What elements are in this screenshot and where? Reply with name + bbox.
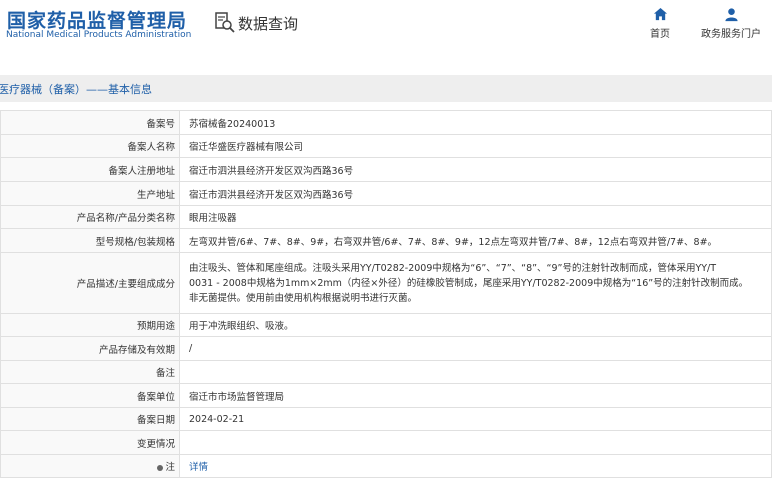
field-key: 备案人注册地址 xyxy=(0,157,180,182)
site-header: 国家药品监督管理局 National Medical Products Admi… xyxy=(0,0,772,62)
field-value xyxy=(179,430,772,455)
field-value: 用于冲洗眼组织、吸液。 xyxy=(179,313,772,337)
table-row: 备注 xyxy=(0,360,772,384)
field-key: 产品名称/产品分类名称 xyxy=(0,205,180,229)
nav-gov-label: 政务服务门户 xyxy=(701,29,761,40)
table-row: 预期用途 用于冲洗眼组织、吸液。 xyxy=(0,313,772,337)
logo-title-cn[interactable]: 国家药品监督管理局 xyxy=(7,6,187,33)
field-key: 备案人名称 xyxy=(0,134,180,158)
nav-home-label: 首页 xyxy=(650,29,670,40)
table-row: 产品存储及有效期 / xyxy=(0,336,772,361)
field-key: 备注 xyxy=(0,360,180,384)
field-key: 变更情况 xyxy=(0,430,180,455)
field-key: 生产地址 xyxy=(0,181,180,206)
field-key: 型号规格/包装规格 xyxy=(0,228,180,253)
field-key: 产品描述/主要组成成分 xyxy=(0,252,180,314)
table-row: 变更情况 xyxy=(0,430,772,455)
field-value: / xyxy=(179,336,772,361)
nav-home[interactable]: 首页 xyxy=(650,7,670,40)
field-key: 备案单位 xyxy=(0,383,180,408)
user-icon xyxy=(724,8,738,22)
table-row: 备案号 苏宿械备20240013 xyxy=(0,110,772,135)
field-value-multiline: 由注吸头、管体和尾座组成。注吸头采用YY/T0282-2009中规格为“6”、“… xyxy=(179,252,772,314)
table-row: 备案单位 宿迁市市场监督管理局 xyxy=(0,383,772,408)
field-value: 宿迁市市场监督管理局 xyxy=(179,383,772,408)
table-row: 备案人注册地址 宿迁市泗洪县经济开发区双沟西路36号 xyxy=(0,157,772,182)
search-document-icon xyxy=(215,12,235,33)
table-row: 产品描述/主要组成成分 由注吸头、管体和尾座组成。注吸头采用YY/T0282-2… xyxy=(0,252,772,314)
field-value: 宿迁华盛医疗器械有限公司 xyxy=(179,134,772,158)
section-title-bar: 医疗器械（备案）——基本信息 xyxy=(0,75,772,102)
details-link[interactable]: 详情 xyxy=(189,462,208,473)
table-row: 注 详情 xyxy=(0,454,772,478)
field-key: 备案日期 xyxy=(0,407,180,431)
description-line: 0031 - 2008中规格为1mm×2mm（内径×外径）的硅橡胶管制成，尾座采… xyxy=(189,277,749,289)
field-value: 左弯双井管/6#、7#、8#、9#，右弯双井管/6#、7#、8#、9#，12点左… xyxy=(179,228,772,253)
description-line: 由注吸头、管体和尾座组成。注吸头采用YY/T0282-2009中规格为“6”、“… xyxy=(189,262,717,274)
field-value: 眼用注吸器 xyxy=(179,205,772,229)
field-key: 预期用途 xyxy=(0,313,180,337)
table-row: 产品名称/产品分类名称 眼用注吸器 xyxy=(0,205,772,229)
table-row: 型号规格/包装规格 左弯双井管/6#、7#、8#、9#，右弯双井管/6#、7#、… xyxy=(0,228,772,253)
field-key: 产品存储及有效期 xyxy=(0,336,180,361)
data-query-title: 数据查询 xyxy=(214,12,298,34)
field-value xyxy=(179,360,772,384)
table-row: 备案日期 2024-02-21 xyxy=(0,407,772,431)
logo-title-en[interactable]: National Medical Products Administration xyxy=(6,30,191,40)
field-value: 宿迁市泗洪县经济开发区双沟西路36号 xyxy=(179,157,772,182)
note-key-label: 注 xyxy=(165,462,175,473)
table-row: 生产地址 宿迁市泗洪县经济开发区双沟西路36号 xyxy=(0,181,772,206)
info-table: 备案号 苏宿械备20240013 备案人名称 宿迁华盛医疗器械有限公司 备案人注… xyxy=(0,110,772,478)
field-value: 苏宿械备20240013 xyxy=(179,110,772,135)
table-row: 备案人名称 宿迁华盛医疗器械有限公司 xyxy=(0,134,772,158)
field-key: 备案号 xyxy=(0,110,180,135)
note-value: 详情 xyxy=(179,454,772,478)
description-line: 非无菌提供。使用前由使用机构根据说明书进行灭菌。 xyxy=(189,292,418,304)
home-icon xyxy=(653,7,667,21)
nav-gov-portal[interactable]: 政务服务门户 xyxy=(701,7,761,40)
note-key: 注 xyxy=(0,454,180,478)
field-value: 宿迁市泗洪县经济开发区双沟西路36号 xyxy=(179,181,772,206)
data-query-label: 数据查询 xyxy=(238,14,299,33)
bulb-icon xyxy=(157,464,164,471)
field-value: 2024-02-21 xyxy=(179,407,772,431)
section-title: 医疗器械（备案）——基本信息 xyxy=(0,83,152,96)
